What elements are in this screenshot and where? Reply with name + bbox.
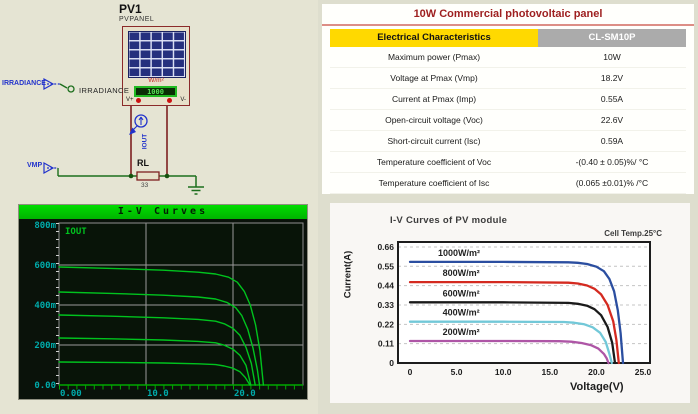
scope-y-tick-label: 800m: [34, 221, 56, 231]
irradiance-terminal-label: IRRADIANCE: [2, 80, 46, 87]
spec-label: Voltage at Pmax (Vmp): [390, 73, 478, 83]
datasheet-series-label: 600W/m²: [443, 288, 480, 298]
scope-window-titlebar[interactable]: I-V Curves: [19, 205, 307, 219]
spec-table-row: Open-circuit voltage (Voc) 22.6V: [330, 110, 686, 131]
datasheet-x-tick-label: 25.0: [635, 367, 652, 377]
spec-table-header: Electrical Characteristics CL-SM10P: [330, 29, 686, 47]
vminus-pin-label: V-: [180, 97, 186, 103]
datasheet-y-tick-label: 0.66: [377, 242, 394, 252]
spec-label: Current at Pmax (Imp): [391, 94, 477, 104]
pv-panel-component[interactable]: W/m² 1000 V+ V-: [122, 26, 190, 106]
spec-table-title: 10W Commercial photovoltaic panel: [322, 4, 694, 26]
spec-value: 0.59A: [600, 136, 624, 146]
datasheet-y-tick-label: 0.33: [377, 300, 394, 310]
pv-display-unit: W/m²: [148, 77, 164, 84]
spec-table-row: Maximum power (Pmax) 10W: [330, 47, 686, 68]
datasheet-y-tick-label: 0.11: [378, 339, 394, 349]
pv-cells-graphic: [128, 31, 186, 78]
terminal-irradiance[interactable]: [43, 77, 75, 93]
scope-window: I-V Curves 0.00 200m 400m 600m 800m 0.00 10.0 2…: [18, 204, 308, 400]
resistor-body[interactable]: [136, 171, 160, 181]
datasheet-x-tick-label: 20.0: [588, 367, 605, 377]
junction-dot: [128, 173, 134, 179]
datasheet-chart-panel: I-V Curves of PV module Cell Temp.25°C C…: [330, 203, 690, 403]
datasheet-series-label: 800W/m²: [443, 268, 480, 278]
scope-legend: IOUT: [65, 227, 87, 237]
junction-dot: [164, 173, 170, 179]
figure-root: PV1 PVPANEL W/m² 1000 V+ V- IRRADIANCE I…: [0, 0, 698, 414]
spec-table-row: Short-circuit current (Isc) 0.59A: [330, 131, 686, 152]
scope-y-tick-label: 0.00: [34, 381, 56, 391]
irradiance-pin: [67, 85, 75, 93]
spec-label: Maximum power (Pmax): [387, 52, 481, 62]
vplus-pin-label: V+: [126, 97, 134, 103]
probe-label: IOUT: [141, 133, 149, 150]
scope-x-tick-label: 0.00: [60, 389, 82, 399]
vmp-terminal-label: VMP: [27, 162, 43, 169]
datasheet-x-tick-label: 0: [408, 367, 413, 377]
resistor-ref-label: RL: [137, 158, 149, 168]
spec-table-panel: 10W Commercial photovoltaic panel Electr…: [322, 4, 694, 194]
spec-col-header-model: CL-SM10P: [538, 29, 686, 47]
scope-plot: 0.00 200m 400m 600m 800m 0.00 10.0 20.0 IOUT: [34, 221, 304, 399]
resistor-value-label: 33: [141, 182, 149, 189]
spec-value: 18.2V: [600, 73, 624, 83]
spec-label: Temperature coefficient of Voc: [376, 157, 492, 167]
datasheet-y-tick-label: 0: [389, 358, 394, 368]
spec-label: Open-circuit voltage (Voc): [385, 115, 483, 125]
datasheet-x-tick-label: 5.0: [451, 367, 463, 377]
spec-value: 22.6V: [600, 115, 624, 125]
datasheet-y-tick-label: 0.55: [377, 261, 394, 271]
datasheet-series-label: 200W/m²: [443, 327, 480, 337]
spec-table-row: Temperature coefficient of Isc (0.065 ±0.…: [330, 173, 686, 194]
vplus-pin[interactable]: [136, 98, 141, 103]
spec-value: 10W: [603, 52, 621, 62]
datasheet-plot: 0 0.11 0.22 0.33 0.44 0.55 0.66 0 5.0 10.0 15.0 20.…: [377, 241, 652, 377]
ground-symbol[interactable]: [188, 176, 204, 195]
scope-x-tick-label: 20.0: [234, 389, 256, 399]
scope-y-tick-label: 400m: [34, 301, 56, 311]
vminus-pin[interactable]: [167, 98, 172, 103]
spec-label: Short-circuit current (Isc): [387, 136, 481, 146]
datasheet-y-tick-label: 0.44: [377, 281, 394, 291]
pv-ref-label: PV1: [119, 2, 142, 16]
spec-col-header-characteristics: Electrical Characteristics: [330, 29, 538, 47]
pv-part-label: PVPANEL: [119, 16, 155, 23]
scope-y-tick-label: 200m: [34, 341, 56, 351]
spec-table-row: Voltage at Pmax (Vmp) 18.2V: [330, 68, 686, 89]
datasheet-x-tick-label: 10.0: [495, 367, 512, 377]
spec-value: 0.55A: [600, 94, 624, 104]
terminal-vmp[interactable]: [43, 161, 58, 175]
spec-value: -(0.40 ± 0.05)%/ °C: [575, 157, 649, 167]
spec-table-rows: Maximum power (Pmax) 10W Voltage at Pmax (…: [330, 47, 686, 194]
spec-table-row: Current at Pmax (Imp) 0.55A: [330, 89, 686, 110]
pv-irradiance-display: 1000: [134, 86, 177, 97]
spec-value: (0.065 ±0.01)% /°C: [575, 178, 649, 188]
scope-y-tick-label: 600m: [34, 261, 56, 271]
scope-x-tick-label: 10.0: [147, 389, 169, 399]
datasheet-x-tick-label: 15.0: [542, 367, 559, 377]
irradiance-net-label: IRRADIANCE: [79, 86, 130, 95]
datasheet-series-label: 1000W/m²: [438, 248, 480, 258]
spec-table-row: Temperature coefficient of Voc -(0.40 ± 0…: [330, 152, 686, 173]
datasheet-y-tick-label: 0.22: [377, 319, 394, 329]
scope-plot-bg: [59, 223, 303, 385]
datasheet-series-label: 400W/m²: [443, 308, 480, 318]
spec-label: Temperature coefficient of Isc: [378, 178, 490, 188]
